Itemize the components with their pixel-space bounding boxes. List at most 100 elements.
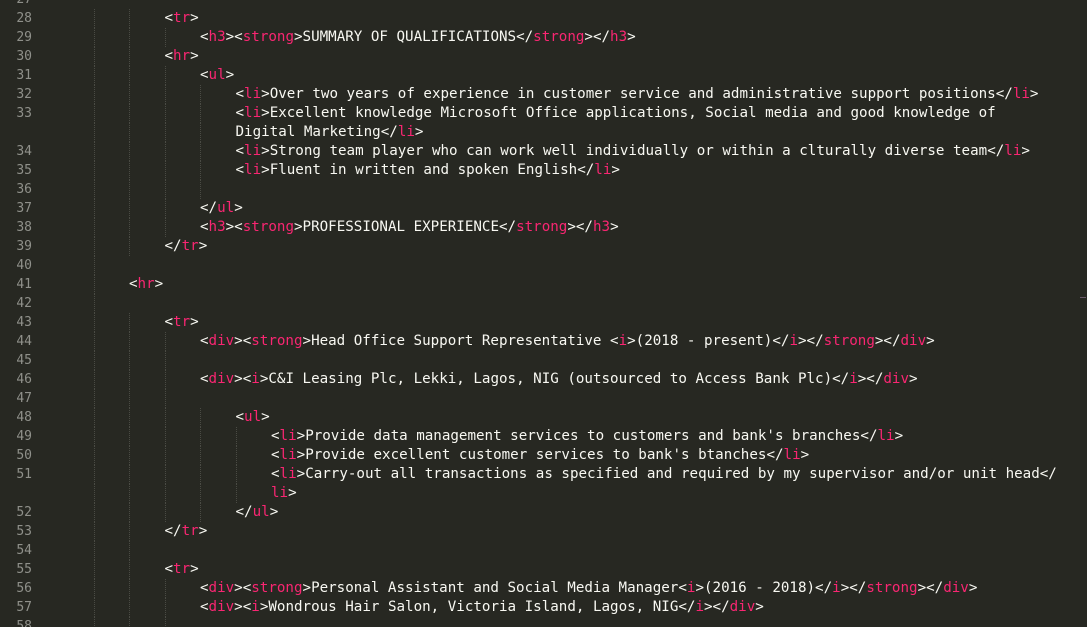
code-text: <ul> bbox=[200, 66, 234, 85]
indent-guide bbox=[129, 351, 130, 370]
code-line[interactable]: 33 <li>Excellent knowledge Microsoft Offi… bbox=[0, 104, 1087, 123]
code-line[interactable]: 43 <tr> bbox=[0, 313, 1087, 332]
tag-bracket: < bbox=[200, 580, 209, 596]
indent-guide bbox=[93, 427, 95, 446]
code-line[interactable]: 42 bbox=[0, 294, 1087, 313]
code-line[interactable]: 28 <tr> bbox=[0, 9, 1087, 28]
indent-guide bbox=[93, 446, 95, 465]
code-line[interactable]: 47 bbox=[0, 389, 1087, 408]
tag-bracket: > bbox=[894, 428, 904, 444]
indent-guide bbox=[200, 427, 201, 446]
line-number: 31 bbox=[16, 68, 32, 83]
tag-bracket: < bbox=[129, 276, 138, 292]
code-line[interactable]: 27 bbox=[0, 0, 1087, 9]
indent-guide bbox=[129, 47, 130, 66]
indent-guide bbox=[200, 408, 201, 427]
code-text: <h3><strong>SUMMARY OF QUALIFICATIONS</s… bbox=[200, 28, 636, 47]
code-line[interactable]: 53 </tr> bbox=[0, 522, 1087, 541]
code-line[interactable]: 50 <li>Provide excellent customer service… bbox=[0, 446, 1087, 465]
code-line[interactable]: 48 <ul> bbox=[0, 408, 1087, 427]
code-line[interactable]: 30 <hr> bbox=[0, 47, 1087, 66]
code-line[interactable]: 31 <ul> bbox=[0, 66, 1087, 85]
code-line[interactable]: 52 </ul> bbox=[0, 503, 1087, 522]
code-line[interactable]: 34 <li>Strong team player who can work we… bbox=[0, 142, 1087, 161]
tag-bracket: > bbox=[1021, 143, 1030, 159]
code-line[interactable]: 29 <h3><strong>SUMMARY OF QUALIFICATIONS<… bbox=[0, 28, 1087, 47]
line-number: 36 bbox=[16, 182, 32, 197]
tag-bracket: </ bbox=[772, 333, 790, 349]
tag-bracket: </ bbox=[516, 29, 534, 45]
indent-guide bbox=[93, 560, 95, 579]
tag-name: li bbox=[279, 428, 297, 444]
line-number: 49 bbox=[16, 429, 32, 444]
tag-bracket: </ bbox=[164, 523, 182, 539]
code-line[interactable]: 51 <li>Carry-out all transactions as spec… bbox=[0, 465, 1087, 484]
tag-bracket: > bbox=[225, 67, 235, 83]
code-text: <li>Excellent knowledge Microsoft Office… bbox=[236, 104, 996, 123]
tag-name: li bbox=[244, 86, 262, 102]
tag-bracket: </ bbox=[995, 86, 1013, 102]
code-line[interactable]: 46 <div><i>C&I Leasing Plc, Lekki, Lagos,… bbox=[0, 370, 1087, 389]
tag-bracket: > bbox=[198, 523, 208, 539]
indent-guide bbox=[93, 275, 95, 294]
indent-guide bbox=[129, 180, 130, 199]
line-number: 51 bbox=[16, 467, 32, 482]
code-line[interactable]: 55 <tr> bbox=[0, 560, 1087, 579]
tag-name: strong bbox=[866, 580, 918, 596]
line-number: 48 bbox=[16, 410, 32, 425]
tag-bracket: > bbox=[926, 333, 935, 349]
code-text: <hr> bbox=[129, 275, 163, 294]
code-line[interactable]: 58 bbox=[0, 617, 1087, 627]
indent-guide bbox=[129, 465, 130, 484]
indent-guide bbox=[129, 484, 130, 503]
code-line[interactable]: 54 bbox=[0, 541, 1087, 560]
tag-name: li bbox=[244, 162, 262, 178]
tag-bracket: >< bbox=[225, 29, 243, 45]
tag-bracket: > bbox=[968, 580, 978, 596]
code-text: <div><strong>Personal Assistant and Soci… bbox=[200, 579, 977, 598]
code-line[interactable]: 56 <div><strong>Personal Assistant and So… bbox=[0, 579, 1087, 598]
text-content: Over two years of experience in customer… bbox=[269, 86, 996, 102]
tag-bracket: > bbox=[234, 200, 243, 216]
code-text: <li>Carry-out all transactions as specif… bbox=[271, 465, 1057, 484]
indent-guide bbox=[164, 66, 166, 85]
indent-guide bbox=[93, 66, 95, 85]
tag-name: i bbox=[618, 333, 628, 349]
code-editor[interactable]: 2728<tr>29<h3><strong>SUMMARY OF QUALIFI… bbox=[0, 0, 1087, 627]
indent-guide bbox=[93, 142, 95, 161]
tag-bracket: < bbox=[271, 466, 280, 482]
tag-name: div bbox=[900, 333, 927, 349]
line-number: 53 bbox=[16, 524, 32, 539]
line-number: 55 bbox=[16, 562, 32, 577]
tag-bracket: < bbox=[164, 10, 174, 26]
code-line[interactable]: 49 <li>Provide data management services t… bbox=[0, 427, 1087, 446]
code-line[interactable]: 38 <h3><strong>PROFESSIONAL EXPERIENCE</s… bbox=[0, 218, 1087, 237]
code-line[interactable]: 45 bbox=[0, 351, 1087, 370]
code-line[interactable]: Digital Marketing</li> bbox=[0, 123, 1087, 142]
code-line[interactable]: 57 <div><i>Wondrous Hair Salon, Victoria … bbox=[0, 598, 1087, 617]
tag-bracket: > bbox=[296, 466, 306, 482]
code-line[interactable]: 35 <li>Fluent in written and spoken Engli… bbox=[0, 161, 1087, 180]
code-line[interactable]: 39 </tr> bbox=[0, 237, 1087, 256]
indent-guide bbox=[129, 142, 130, 161]
code-line[interactable]: 40 bbox=[0, 256, 1087, 275]
code-line[interactable]: 36 bbox=[0, 180, 1087, 199]
code-line[interactable]: 41 <hr> bbox=[0, 275, 1087, 294]
text-content: Head Office Support Representative bbox=[311, 333, 611, 349]
indent-guide bbox=[93, 522, 95, 541]
code-text: <tr> bbox=[165, 560, 199, 579]
code-line[interactable]: li> bbox=[0, 484, 1087, 503]
indent-guide bbox=[164, 123, 166, 142]
tag-bracket: < bbox=[235, 162, 245, 178]
line-number: 42 bbox=[16, 296, 32, 311]
tag-name: h3 bbox=[592, 219, 611, 235]
indent-guide bbox=[129, 28, 130, 47]
code-line[interactable]: 32 <li>Over two years of experience in cu… bbox=[0, 85, 1087, 104]
tag-bracket: > bbox=[154, 276, 164, 292]
tag-name: strong bbox=[251, 333, 303, 349]
line-number: 32 bbox=[16, 87, 32, 102]
tag-name: h3 bbox=[208, 219, 226, 235]
code-line[interactable]: 37 </ul> bbox=[0, 199, 1087, 218]
line-number: 58 bbox=[16, 619, 32, 627]
code-line[interactable]: 44 <div><strong>Head Office Support Repre… bbox=[0, 332, 1087, 351]
